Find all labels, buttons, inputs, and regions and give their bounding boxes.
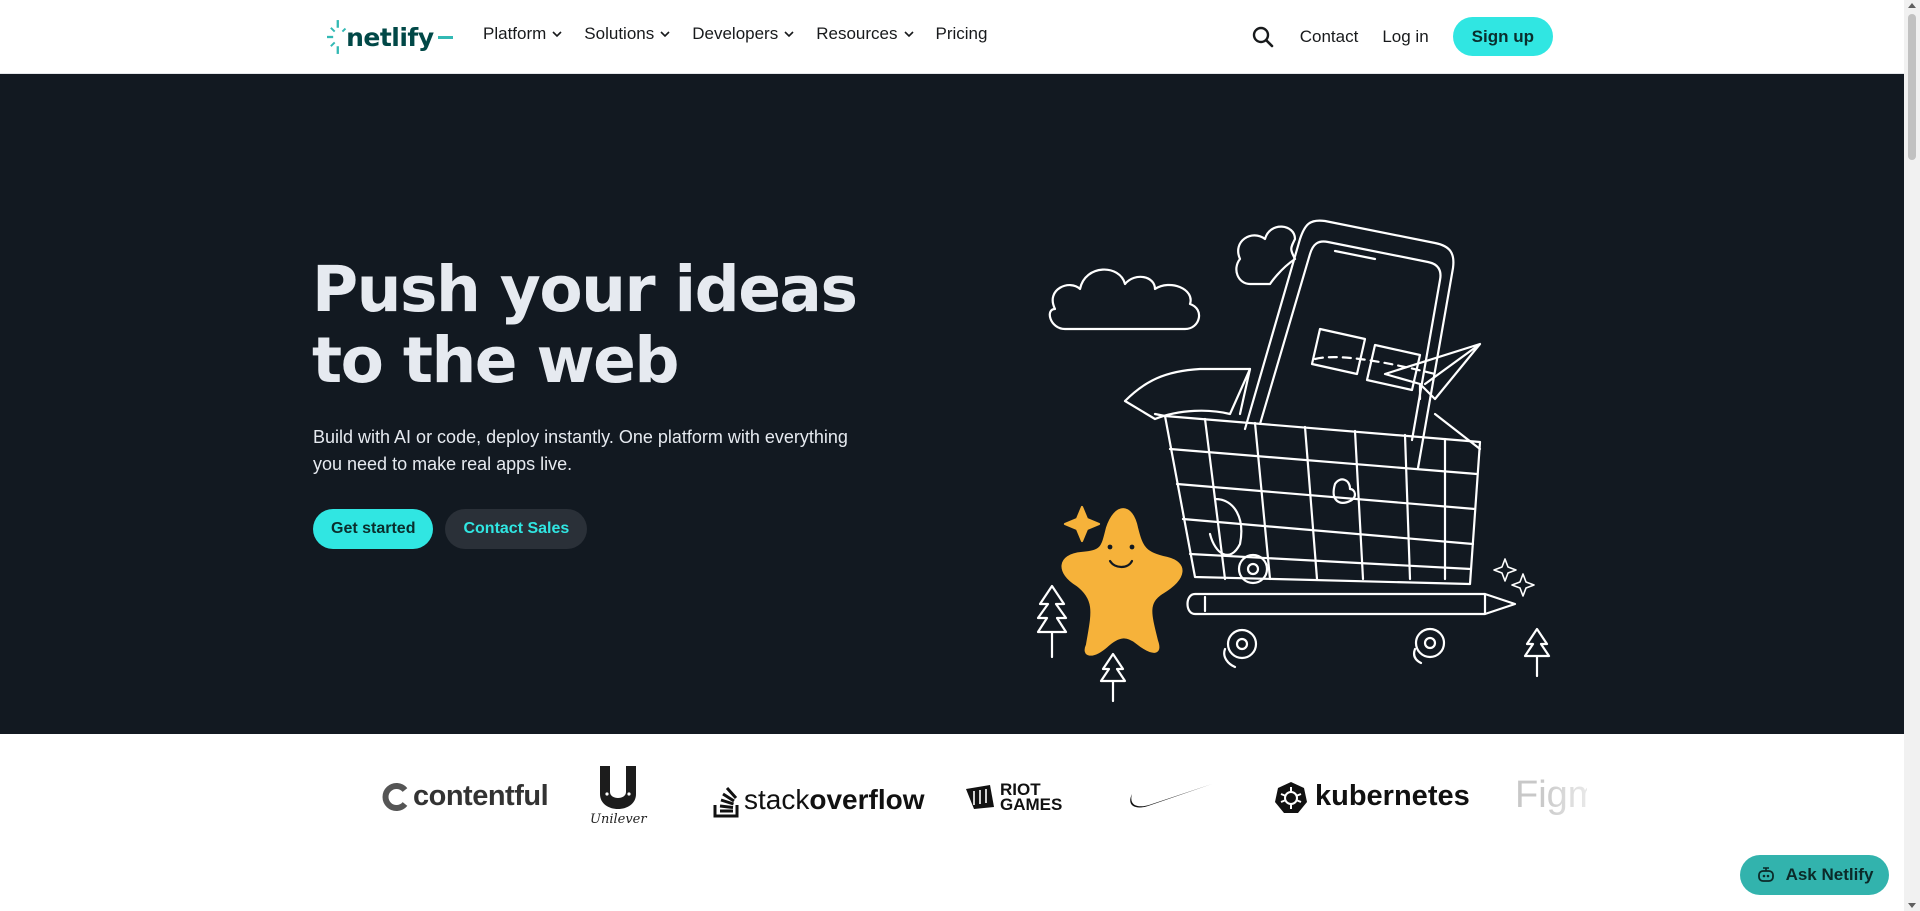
chevron-down-icon bbox=[660, 31, 670, 38]
scrollbar-thumb[interactable] bbox=[1908, 14, 1916, 160]
stackoverflow-wordmark-b: overflow bbox=[809, 784, 925, 815]
sparkle-icon bbox=[1511, 573, 1535, 597]
robot-icon bbox=[1757, 867, 1774, 882]
logo-wordmark: netlify bbox=[346, 22, 434, 52]
cloud-icon bbox=[1235, 225, 1297, 286]
hero-subtitle-line: you need to make real apps live. bbox=[313, 454, 573, 474]
wheel-icon bbox=[1226, 628, 1258, 660]
hero-subtitle-line: Build with AI or code, deploy instantly.… bbox=[313, 427, 848, 447]
signup-button[interactable]: Sign up bbox=[1452, 17, 1553, 56]
nav-item-label: Resources bbox=[816, 24, 898, 43]
get-started-button[interactable]: Get started bbox=[313, 509, 434, 549]
sparkle-icon bbox=[1493, 558, 1517, 582]
contact-sales-button[interactable]: Contact Sales bbox=[445, 509, 588, 549]
stackoverflow-wordmark-a: stack bbox=[744, 784, 810, 815]
nav-item-platform[interactable]: Platform bbox=[483, 24, 562, 44]
search-icon[interactable] bbox=[1251, 25, 1275, 49]
stackoverflow-logo: stack overflow bbox=[712, 781, 925, 819]
tree-icon bbox=[1099, 652, 1127, 703]
ask-netlify-label: Ask Netlify bbox=[1785, 865, 1874, 884]
riot-wordmark-line2: GAMES bbox=[1000, 795, 1063, 814]
chevron-down-icon bbox=[784, 31, 794, 38]
pencil-icon bbox=[1186, 592, 1517, 616]
kubernetes-logo: kubernetes bbox=[1275, 780, 1470, 813]
netlify-logo-mark-icon bbox=[327, 20, 347, 54]
nav-item-developers[interactable]: Developers bbox=[692, 24, 794, 44]
shopping-cart-illustration bbox=[1036, 219, 1551, 703]
nav-item-label: Solutions bbox=[584, 24, 655, 43]
kubernetes-wordmark: kubernetes bbox=[1315, 780, 1470, 812]
netlify-logo[interactable]: netlify bbox=[327, 10, 453, 64]
nike-swoosh-icon bbox=[1130, 784, 1212, 808]
nav-item-label: Platform bbox=[483, 24, 547, 43]
ask-netlify-button[interactable]: Ask Netlify bbox=[1740, 855, 1889, 895]
nav-item-solutions[interactable]: Solutions bbox=[584, 24, 670, 44]
header-actions: Contact Log in Sign up bbox=[1251, 17, 1553, 56]
chevron-down-icon bbox=[552, 31, 562, 38]
scroll-up-arrow-icon[interactable] bbox=[1908, 3, 1916, 8]
hero-subtitle: Build with AI or code, deploy instantly.… bbox=[313, 424, 893, 478]
tree-icon bbox=[1523, 627, 1551, 678]
nav-item-pricing[interactable]: Pricing bbox=[936, 24, 988, 44]
tree-icon bbox=[1036, 584, 1068, 659]
contentful-logo: contentful bbox=[381, 780, 549, 813]
hero-section: Push your ideas to the web Build with AI… bbox=[0, 74, 1904, 734]
hero-title: Push your ideas to the web bbox=[312, 254, 912, 396]
riot-games-logo: RIOT GAMES bbox=[964, 781, 1063, 814]
contentful-mark-icon bbox=[382, 782, 408, 811]
logos-fade-right bbox=[1540, 734, 1620, 911]
hero-title-line: to the web bbox=[312, 324, 679, 397]
unilever-mark-icon bbox=[600, 766, 637, 809]
nav-item-resources[interactable]: Resources bbox=[816, 24, 914, 44]
hero-title-line: Push your ideas bbox=[312, 253, 858, 326]
customer-logos: contentful Unilever stack overflow RIOT … bbox=[0, 734, 1904, 911]
scroll-down-arrow-icon[interactable] bbox=[1908, 903, 1916, 908]
kubernetes-wheel-icon bbox=[1275, 781, 1307, 813]
nike-logo bbox=[1128, 780, 1214, 812]
logos-fade-left bbox=[300, 734, 360, 911]
contentful-wordmark: contentful bbox=[413, 780, 549, 812]
unilever-logo: Unilever bbox=[590, 764, 647, 827]
contact-link[interactable]: Contact bbox=[1300, 27, 1359, 47]
unilever-wordmark: Unilever bbox=[590, 812, 647, 827]
stackoverflow-mark-icon bbox=[713, 786, 739, 818]
yellow-sparkle-icon bbox=[1063, 505, 1101, 543]
site-header: netlify Platform Solutions Developers Re… bbox=[0, 0, 1904, 74]
cloud-icon bbox=[1048, 268, 1201, 331]
login-link[interactable]: Log in bbox=[1382, 27, 1428, 47]
logo-dash bbox=[437, 35, 453, 39]
chevron-down-icon bbox=[903, 31, 914, 38]
nav-item-label: Pricing bbox=[935, 24, 988, 43]
nav-item-label: Developers bbox=[692, 24, 779, 43]
hero-cta-group: Get started Contact Sales bbox=[313, 509, 588, 549]
page-scrollbar[interactable] bbox=[1904, 0, 1920, 911]
cart-basket bbox=[1163, 414, 1482, 586]
page: netlify Platform Solutions Developers Re… bbox=[0, 0, 1920, 911]
riot-fist-icon bbox=[966, 785, 994, 809]
wheel-icon bbox=[1414, 627, 1446, 659]
primary-nav: Platform Solutions Developers Resources … bbox=[483, 24, 1009, 44]
